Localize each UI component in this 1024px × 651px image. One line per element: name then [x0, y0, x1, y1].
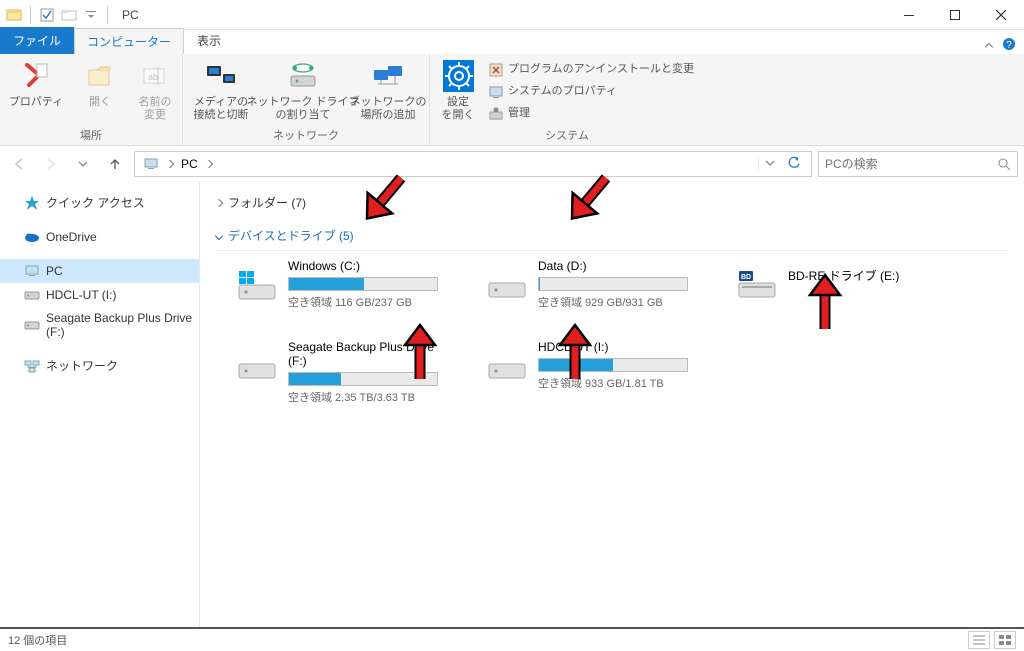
- drives-grid: Windows (C:) 空き領域 116 GB/237 GB Data (D:…: [216, 259, 1008, 405]
- tab-file[interactable]: ファイル: [0, 27, 74, 54]
- drive-label: Seagate Backup Plus Drive (F:): [288, 340, 456, 368]
- open-button[interactable]: 開く: [70, 58, 130, 111]
- drive-e[interactable]: BD BD-RE ドライブ (E:): [736, 259, 956, 310]
- section-drives[interactable]: デバイスとドライブ (5): [216, 223, 1008, 248]
- group-label: ネットワーク: [189, 125, 423, 143]
- drive-i[interactable]: HDCL-UT (I:) 空き領域 933 GB/1.81 TB: [486, 340, 706, 405]
- address-row: PC: [0, 146, 1024, 182]
- sidebar-item-seagate[interactable]: Seagate Backup Plus Drive (F:): [0, 307, 199, 343]
- capacity-bar: [538, 277, 688, 291]
- checkbox-icon[interactable]: [39, 7, 55, 23]
- uninstall-button[interactable]: プログラムのアンインストールと変更: [484, 60, 698, 80]
- address-dropdown[interactable]: [758, 157, 781, 171]
- drive-c[interactable]: Windows (C:) 空き領域 116 GB/237 GB: [236, 259, 456, 310]
- capacity-bar: [288, 277, 438, 291]
- drive-label: Windows (C:): [288, 259, 456, 273]
- tiles-view-button[interactable]: [994, 631, 1016, 649]
- group-label: システム: [436, 125, 698, 143]
- minimize-button[interactable]: [886, 0, 932, 30]
- group-label: 場所: [6, 125, 176, 143]
- hdd-icon: [486, 350, 528, 386]
- separator: [30, 6, 31, 24]
- manage-button[interactable]: 管理: [484, 104, 698, 124]
- search-box[interactable]: [818, 151, 1018, 177]
- bd-drive-icon: BD: [736, 269, 778, 305]
- ribbon-group-network: メディアの 接続と切断 ネットワーク ドライブ の割り当て ネットワークの 場所…: [183, 54, 430, 145]
- drive-label: BD-RE ドライブ (E:): [788, 267, 956, 284]
- expand-icon: [215, 231, 223, 239]
- details-view-button[interactable]: [968, 631, 990, 649]
- ribbon: プロパティ 開く ab 名前の 変更 場所 メディアの 接続と切断 ネットワーク…: [0, 54, 1024, 146]
- capacity-bar: [288, 372, 438, 386]
- forward-button[interactable]: [38, 151, 64, 177]
- address-bar[interactable]: PC: [134, 151, 812, 177]
- recent-dropdown[interactable]: [70, 151, 96, 177]
- hdd-icon: [236, 350, 278, 386]
- svg-text:?: ?: [1006, 40, 1012, 51]
- separator: [216, 250, 1008, 251]
- pc-icon: [139, 156, 163, 172]
- open-settings-button[interactable]: 設定 を開く: [436, 58, 480, 124]
- title-bar: PC: [0, 0, 1024, 30]
- properties-button[interactable]: プロパティ: [6, 58, 66, 111]
- section-folders[interactable]: フォルダー (7): [216, 190, 1008, 215]
- sidebar-item-network[interactable]: ネットワーク: [0, 353, 199, 378]
- rename-button[interactable]: ab 名前の 変更: [134, 58, 176, 124]
- hdd-icon: [486, 269, 528, 305]
- ribbon-group-system: 設定 を開く プログラムのアンインストールと変更 システムのプロパティ 管理 シ…: [430, 54, 704, 145]
- svg-text:ab: ab: [148, 72, 158, 82]
- add-location-button[interactable]: ネットワークの 場所の追加: [353, 58, 423, 124]
- folder-qat-icon[interactable]: [61, 7, 77, 23]
- drive-free-text: 空き領域 2.35 TB/3.63 TB: [288, 389, 456, 405]
- expand-icon: [215, 198, 223, 206]
- refresh-button[interactable]: [781, 156, 807, 173]
- maximize-button[interactable]: [932, 0, 978, 30]
- collapse-ribbon-icon[interactable]: [986, 39, 992, 53]
- map-drive-button[interactable]: ネットワーク ドライブ の割り当て: [257, 58, 349, 124]
- svg-text:BD: BD: [741, 274, 751, 281]
- breadcrumb-pc[interactable]: PC: [177, 157, 202, 171]
- drive-label: HDCL-UT (I:): [538, 340, 706, 354]
- capacity-bar: [538, 358, 688, 372]
- drive-free-text: 空き領域 929 GB/931 GB: [538, 294, 706, 310]
- sidebar-item-pc[interactable]: PC: [0, 259, 199, 283]
- status-item-count: 12 個の項目: [8, 632, 67, 648]
- tab-computer[interactable]: コンピューター: [74, 28, 184, 54]
- qat-dropdown-icon[interactable]: [83, 7, 99, 23]
- drive-f[interactable]: Seagate Backup Plus Drive (F:) 空き領域 2.35…: [236, 340, 456, 405]
- back-button[interactable]: [6, 151, 32, 177]
- os-drive-icon: [236, 269, 278, 305]
- ribbon-group-location: プロパティ 開く ab 名前の 変更 場所: [0, 54, 183, 145]
- separator: [107, 6, 108, 24]
- system-properties-button[interactable]: システムのプロパティ: [484, 82, 698, 102]
- main: クイック アクセス OneDrive PC HDCL-UT (I:) Seaga…: [0, 182, 1024, 642]
- help-icon[interactable]: ?: [1002, 37, 1016, 54]
- window-title: PC: [122, 8, 139, 22]
- sidebar-item-onedrive[interactable]: OneDrive: [0, 225, 199, 249]
- status-bar: 12 個の項目: [0, 627, 1024, 651]
- search-input[interactable]: [825, 157, 997, 171]
- content-pane: フォルダー (7) デバイスとドライブ (5) Windows (C:) 空き領…: [200, 182, 1024, 642]
- close-button[interactable]: [978, 0, 1024, 30]
- drive-free-text: 空き領域 116 GB/237 GB: [288, 294, 456, 310]
- ribbon-tabs: ファイル コンピューター 表示 ?: [0, 30, 1024, 54]
- sidebar-item-quick-access[interactable]: クイック アクセス: [0, 190, 199, 215]
- up-button[interactable]: [102, 151, 128, 177]
- drive-free-text: 空き領域 933 GB/1.81 TB: [538, 375, 706, 391]
- tab-view[interactable]: 表示: [184, 27, 234, 54]
- explorer-icon: [6, 7, 22, 23]
- drive-label: Data (D:): [538, 259, 706, 273]
- media-button[interactable]: メディアの 接続と切断: [189, 58, 253, 124]
- drive-d[interactable]: Data (D:) 空き領域 929 GB/931 GB: [486, 259, 706, 310]
- search-icon: [997, 157, 1011, 171]
- sidebar-item-hdcl[interactable]: HDCL-UT (I:): [0, 283, 199, 307]
- sidebar: クイック アクセス OneDrive PC HDCL-UT (I:) Seaga…: [0, 182, 200, 642]
